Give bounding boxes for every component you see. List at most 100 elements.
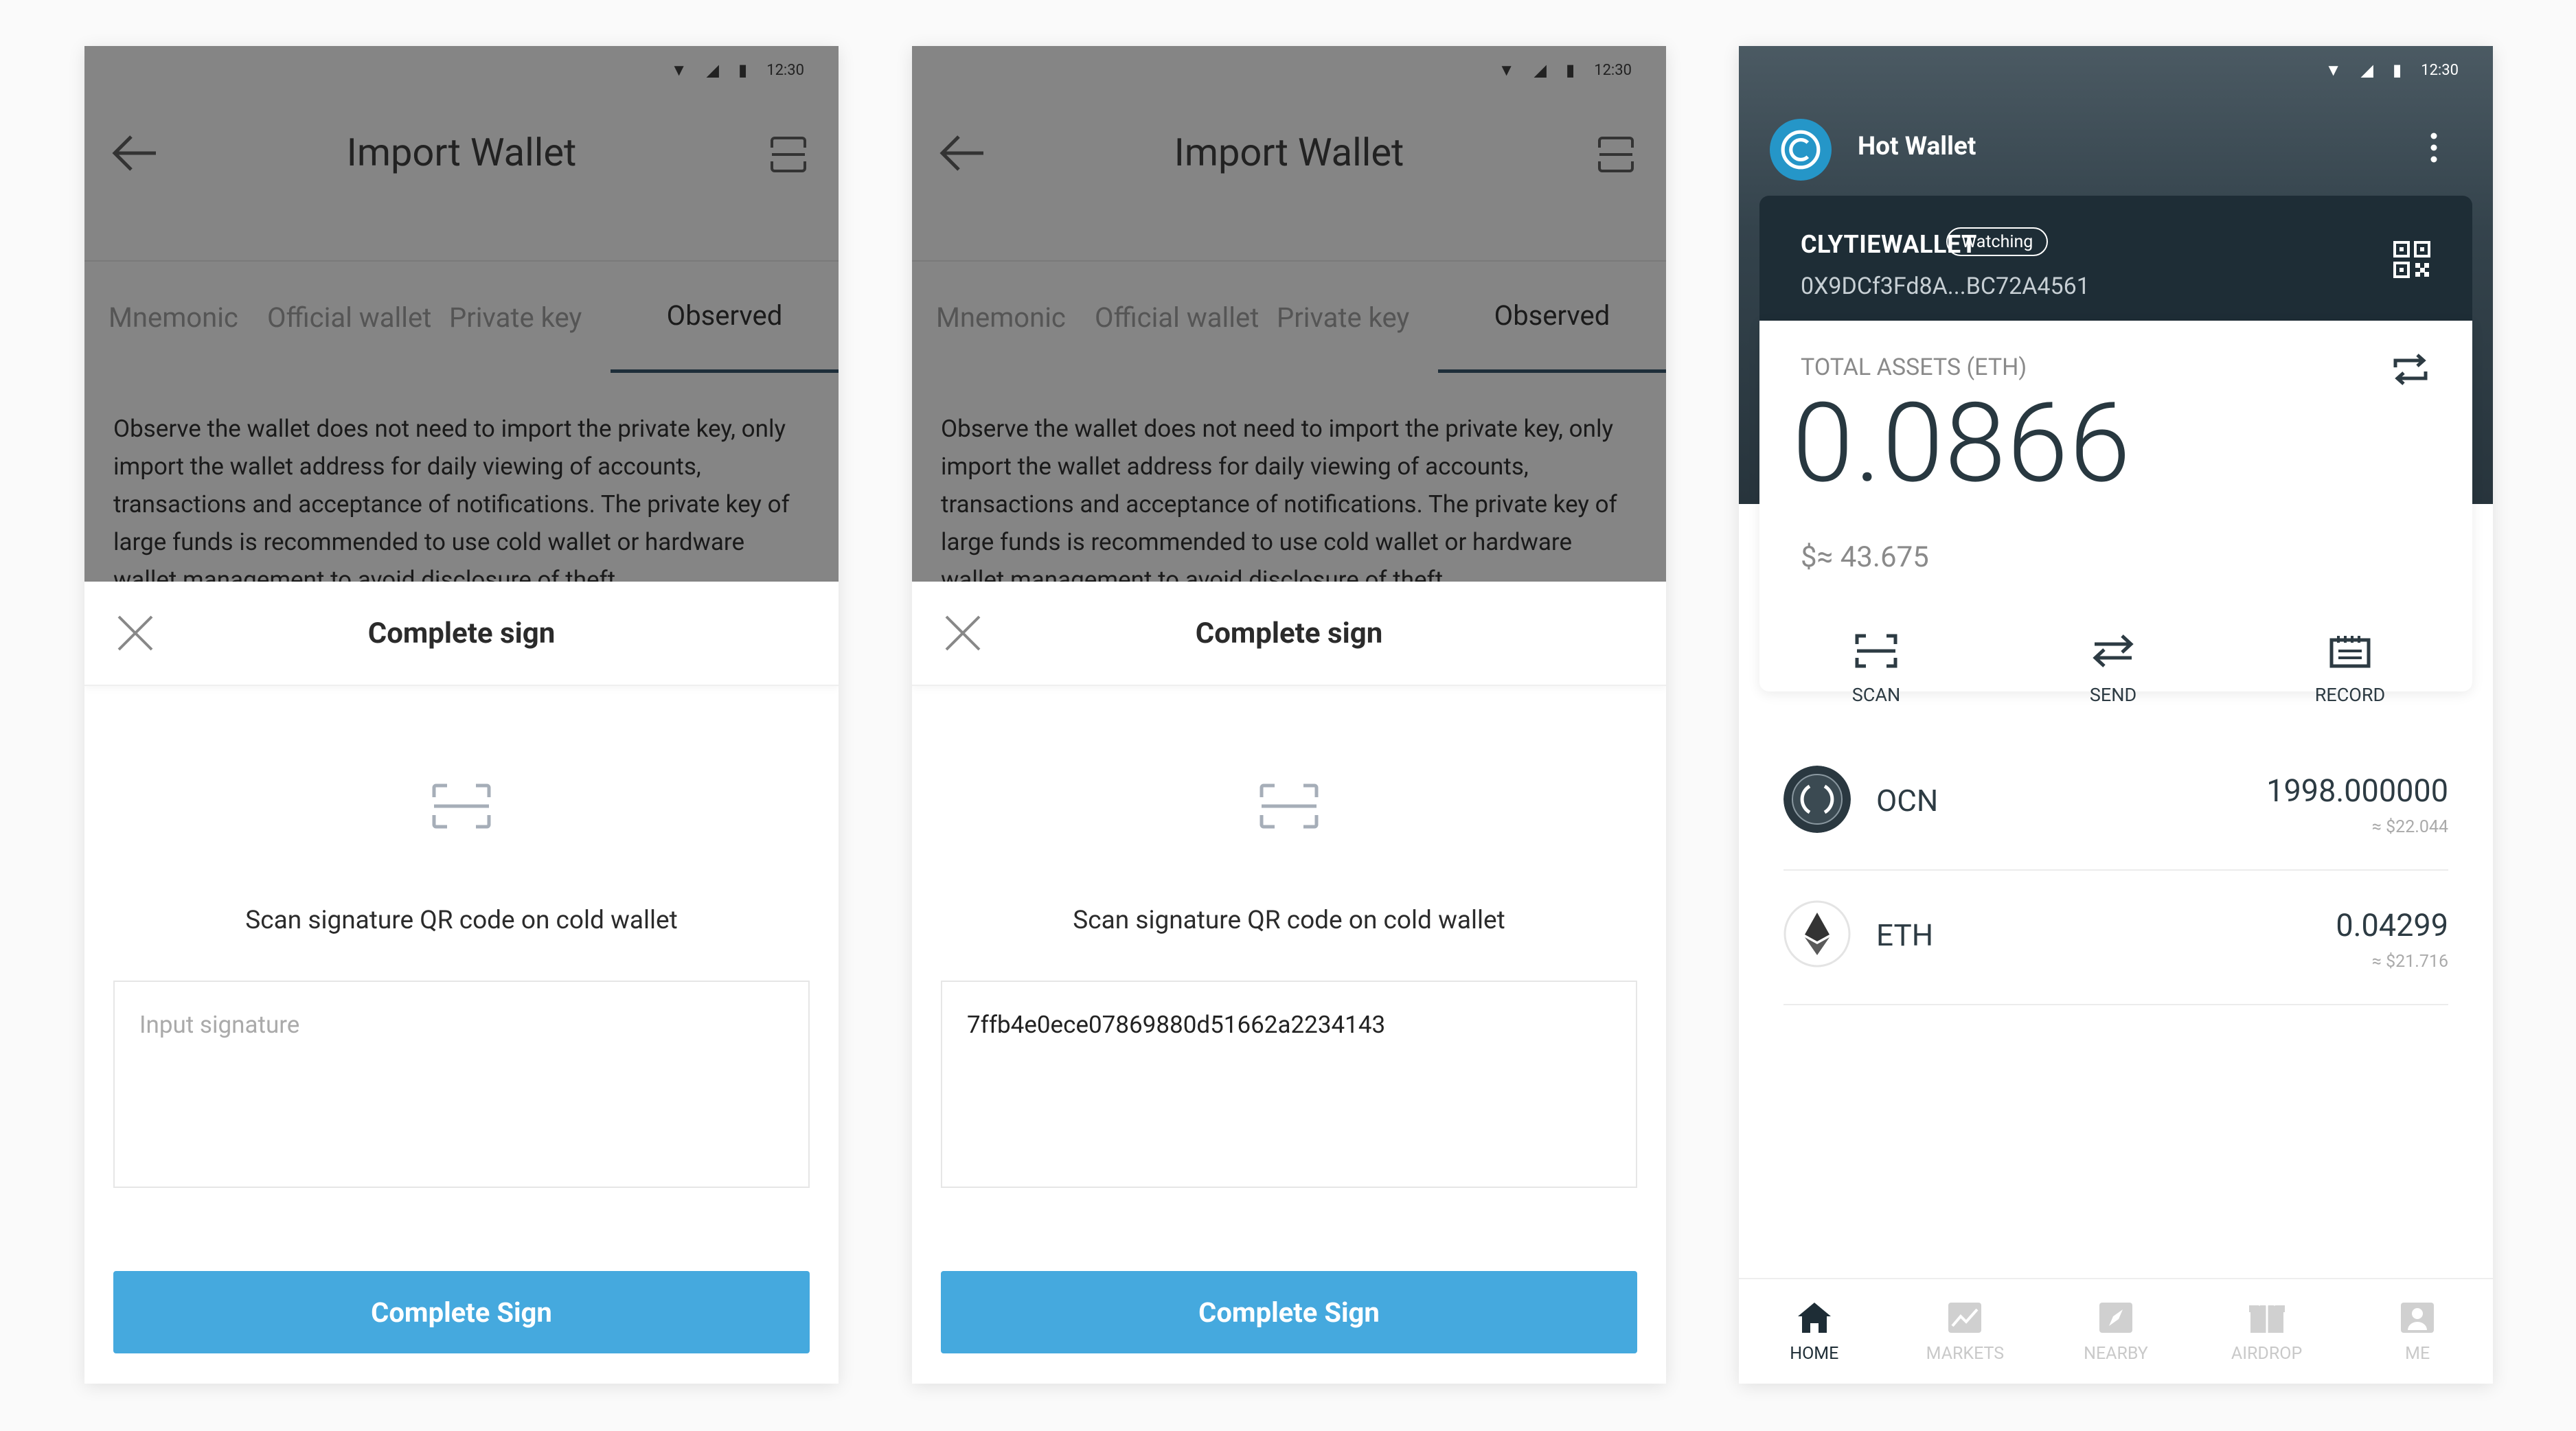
signal-icon: ◢ [1534, 60, 1547, 80]
tab-bar: Mnemonic Official wallet Private key Obs… [84, 260, 839, 373]
app-bar: Hot Wallet [1739, 108, 2493, 185]
send-action-label: SEND [2089, 684, 2137, 706]
complete-sign-button[interactable]: Complete Sign [113, 1271, 810, 1353]
watching-badge: Watching [1946, 227, 2049, 256]
signature-input[interactable] [941, 981, 1637, 1188]
app-bar: Import Wallet [84, 108, 839, 197]
sheet-title: Complete sign [367, 616, 556, 650]
close-icon[interactable] [115, 613, 156, 654]
nav-nearby[interactable]: NEARBY [2040, 1279, 2191, 1384]
nav-airdrop[interactable]: AIRDROP [2191, 1279, 2343, 1384]
import-wallet-overlay: ▼ ◢ ▮ 12:30 Import Wallet Mnemonic Offic… [912, 46, 1666, 594]
profile-icon [2401, 1302, 2435, 1333]
signal-icon: ◢ [706, 60, 719, 80]
token-row-ocn[interactable]: OCN 1998.000000 ≈ $22.044 [1783, 735, 2448, 871]
tab-bar: Mnemonic Official wallet Private key Obs… [912, 260, 1666, 373]
import-wallet-screen-1: ▼ ◢ ▮ 12:30 Import Wallet Mnemonic Offic… [84, 46, 839, 1384]
refresh-icon[interactable] [2391, 354, 2430, 385]
token-fiat: ≈ $21.716 [2371, 952, 2448, 972]
tab-observed[interactable]: Observed [1438, 262, 1666, 373]
airdrop-gift-icon [2248, 1299, 2285, 1333]
signal-icon: ◢ [2360, 60, 2373, 80]
scan-hint-text: Scan signature QR code on cold wallet [245, 906, 678, 935]
scan-hint-text: Scan signature QR code on cold wallet [1073, 906, 1505, 935]
send-action-button[interactable]: SEND [2044, 633, 2182, 706]
app-bar: Import Wallet [912, 108, 1666, 197]
back-arrow-icon[interactable] [112, 134, 159, 172]
import-wallet-overlay: ▼ ◢ ▮ 12:30 Import Wallet Mnemonic Offic… [84, 46, 839, 594]
token-amount: 0.04299 [2336, 907, 2448, 943]
scan-qr-icon[interactable] [1259, 783, 1319, 829]
status-bar: ▼ ◢ ▮ 12:30 [84, 46, 839, 94]
nav-me[interactable]: ME [2342, 1279, 2493, 1384]
wallet-title: Hot Wallet [1858, 131, 1976, 161]
nav-markets[interactable]: MARKETS [1890, 1279, 2041, 1384]
battery-icon: ▮ [1565, 60, 1575, 80]
record-icon [2329, 636, 2371, 668]
tab-private-key[interactable]: Private key [1259, 262, 1438, 373]
tab-official-wallet[interactable]: Official wallet [1070, 262, 1259, 373]
back-arrow-icon[interactable] [939, 134, 986, 172]
tab-mnemonic[interactable]: Mnemonic [912, 262, 1070, 373]
page-title: Import Wallet [1174, 130, 1404, 175]
scan-action-button[interactable]: SCAN [1808, 633, 1945, 706]
observe-description: Observe the wallet does not need to impo… [941, 415, 1617, 594]
scan-action-label: SCAN [1851, 684, 1901, 706]
nav-home-label: HOME [1790, 1343, 1839, 1364]
battery-icon: ▮ [2392, 60, 2402, 80]
scan-icon [1855, 634, 1897, 668]
tab-observed[interactable]: Observed [611, 262, 839, 373]
tab-official-wallet[interactable]: Official wallet [242, 262, 432, 373]
total-assets-fiat: $≈ 43.675 [1801, 540, 1929, 574]
token-name: ETH [1876, 917, 1934, 953]
complete-sign-button[interactable]: Complete Sign [941, 1271, 1637, 1353]
import-wallet-screen-2: ▼ ◢ ▮ 12:30 Import Wallet Mnemonic Offic… [912, 46, 1666, 1384]
scan-qr-icon[interactable] [432, 783, 491, 829]
sheet-title: Complete sign [1195, 616, 1383, 650]
status-time: 12:30 [1594, 61, 1632, 79]
hot-wallet-screen: ▼ ◢ ▮ 12:30 Hot Wallet CLYTIEWALLET Watc… [1739, 46, 2493, 1384]
more-menu-icon[interactable] [2430, 133, 2438, 163]
complete-sign-header: Complete sign [912, 582, 1666, 686]
total-assets-card: TOTAL ASSETS (ETH) 0.0866 $≈ 43.675 SCAN… [1759, 321, 2472, 706]
nearby-compass-icon [2099, 1302, 2132, 1333]
status-bar: ▼ ◢ ▮ 12:30 [912, 46, 1666, 94]
nav-me-label: ME [2405, 1343, 2430, 1364]
nav-markets-label: MARKETS [1926, 1343, 2005, 1364]
observe-description: Observe the wallet does not need to impo… [113, 415, 790, 594]
eth-token-icon [1783, 900, 1851, 968]
nav-airdrop-label: AIRDROP [2231, 1343, 2303, 1364]
complete-sign-header: Complete sign [84, 582, 839, 686]
tab-mnemonic[interactable]: Mnemonic [84, 262, 242, 373]
status-bar: ▼ ◢ ▮ 12:30 [1739, 46, 2493, 94]
tab-private-key[interactable]: Private key [432, 262, 611, 373]
scan-icon[interactable] [1597, 135, 1635, 174]
bottom-navigation: HOME MARKETS NEARBY AIRDROP ME [1739, 1278, 2493, 1384]
send-arrows-icon [2093, 634, 2134, 667]
close-icon[interactable] [942, 613, 983, 654]
wallet-logo-icon [1770, 119, 1832, 181]
record-action-button[interactable]: RECORD [2281, 633, 2419, 706]
battery-icon: ▮ [738, 60, 748, 80]
token-name: OCN [1876, 783, 1939, 818]
token-amount: 1998.000000 [2266, 772, 2448, 809]
ocn-token-icon [1783, 766, 1851, 833]
status-time: 12:30 [766, 61, 804, 79]
token-row-eth[interactable]: ETH 0.04299 ≈ $21.716 [1783, 869, 2448, 1005]
record-action-label: RECORD [2314, 684, 2386, 706]
total-assets-value: 0.0866 [1792, 380, 2132, 508]
home-icon [1797, 1302, 1831, 1333]
nav-nearby-label: NEARBY [2084, 1343, 2148, 1364]
signature-input[interactable] [113, 981, 810, 1188]
wallet-address: 0X9DCf3Fd8A...BC72A4561 [1801, 273, 2090, 300]
scan-icon[interactable] [769, 135, 808, 174]
status-time: 12:30 [2421, 61, 2459, 79]
markets-icon [1948, 1302, 1982, 1333]
page-title: Import Wallet [346, 130, 577, 175]
total-assets-label: TOTAL ASSETS (ETH) [1801, 354, 2027, 381]
qr-code-icon[interactable] [2393, 240, 2431, 279]
wallet-card[interactable]: CLYTIEWALLET Watching 0X9DCf3Fd8A...BC72… [1759, 196, 2472, 321]
wifi-icon: ▼ [2325, 60, 2342, 80]
token-fiat: ≈ $22.044 [2371, 817, 2448, 837]
nav-home[interactable]: HOME [1739, 1279, 1890, 1384]
